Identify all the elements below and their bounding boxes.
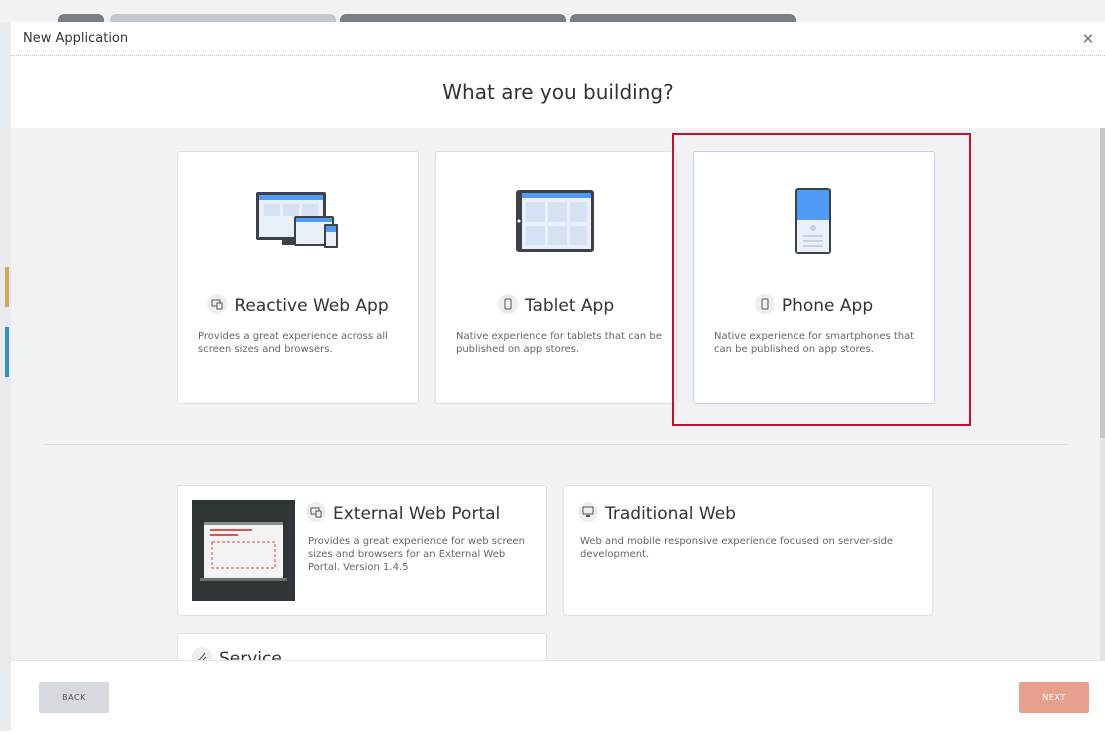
section-divider bbox=[44, 444, 1069, 445]
reactive-web-illustration bbox=[254, 188, 344, 258]
dialog-footer: BACK NEXT bbox=[11, 660, 1105, 732]
card-title: Reactive Web App bbox=[234, 296, 389, 316]
background-tab bbox=[110, 14, 336, 22]
background-marker bbox=[5, 267, 9, 307]
background-left-panel bbox=[0, 22, 11, 731]
card-service[interactable]: Service bbox=[177, 633, 547, 660]
background-tab bbox=[570, 14, 796, 22]
background-tab bbox=[58, 14, 104, 22]
card-title: Service bbox=[219, 649, 282, 660]
monitor-icon bbox=[578, 502, 598, 522]
back-button[interactable]: BACK bbox=[39, 682, 109, 713]
tablet-illustration bbox=[514, 188, 596, 258]
background-window-strip bbox=[0, 0, 1105, 22]
next-button[interactable]: NEXT bbox=[1019, 682, 1089, 713]
card-description: Provides a great experience for web scre… bbox=[308, 536, 526, 573]
card-tablet-app[interactable]: Tablet App Native experience for tablets… bbox=[435, 151, 677, 404]
card-description: Provides a great experience across all s… bbox=[198, 331, 388, 355]
dialog-title: New Application bbox=[11, 22, 1105, 56]
card-traditional-web[interactable]: Traditional Web Web and mobile responsiv… bbox=[563, 485, 933, 616]
service-icon bbox=[192, 647, 212, 660]
card-title-row: External Web Portal bbox=[306, 502, 501, 524]
selection-highlight bbox=[672, 133, 971, 426]
card-title: Tablet App bbox=[524, 296, 615, 316]
page-heading: What are you building? bbox=[11, 56, 1105, 129]
card-title: Traditional Web bbox=[605, 504, 736, 524]
card-reactive-web-app[interactable]: Reactive Web App Provides a great experi… bbox=[177, 151, 419, 404]
card-external-web-portal[interactable]: External Web Portal Provides a great exp… bbox=[177, 485, 547, 616]
card-description: Native experience for tablets that can b… bbox=[456, 331, 662, 355]
card-title: External Web Portal bbox=[333, 504, 501, 524]
portal-illustration bbox=[192, 500, 295, 605]
card-title-row: Reactive Web App bbox=[178, 294, 418, 316]
card-title-row: Traditional Web bbox=[578, 502, 736, 524]
scrollbar-thumb[interactable] bbox=[1100, 128, 1105, 438]
background-tab bbox=[340, 14, 566, 22]
reactive-icon bbox=[207, 294, 228, 314]
card-description: Web and mobile responsive experience foc… bbox=[580, 536, 894, 560]
background-marker bbox=[5, 327, 9, 377]
close-icon[interactable]: ✕ bbox=[1077, 22, 1099, 56]
card-title-row: Tablet App bbox=[436, 294, 676, 316]
tablet-icon bbox=[497, 294, 518, 314]
reactive-icon bbox=[306, 502, 326, 522]
card-title-row: Service bbox=[192, 647, 282, 660]
new-application-dialog: New Application ✕ What are you building? bbox=[11, 22, 1105, 732]
scrollbar[interactable] bbox=[1100, 128, 1105, 660]
